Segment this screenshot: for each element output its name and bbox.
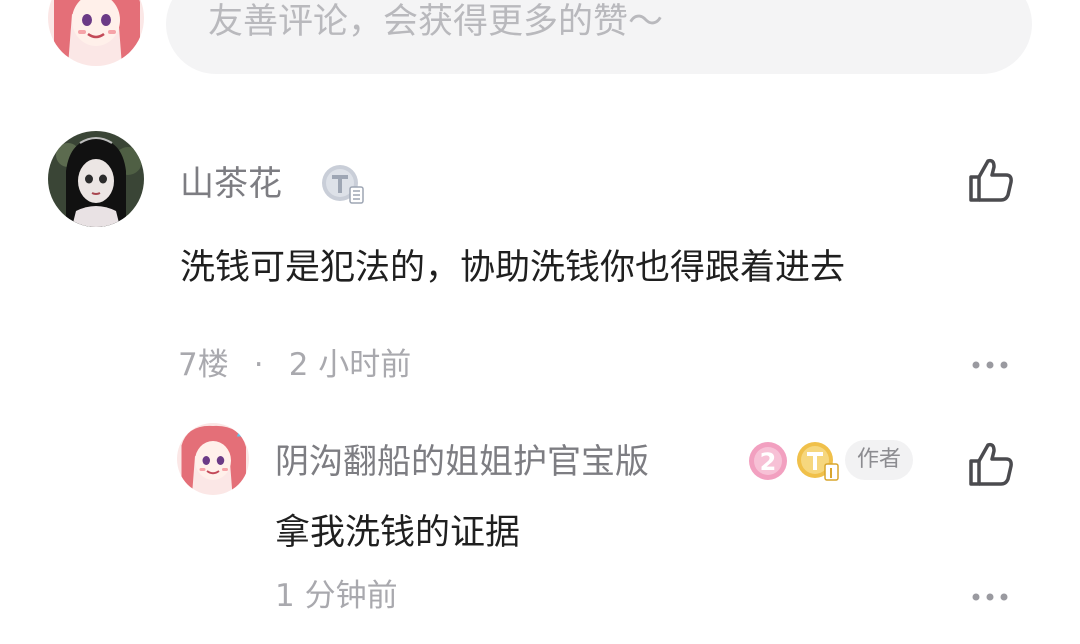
thumbs-up-icon[interactable] xyxy=(966,155,1016,205)
more-dots-icon[interactable] xyxy=(970,587,1010,607)
comment-time: 2 小时前 xyxy=(288,347,412,383)
meta-separator: · xyxy=(253,347,264,383)
comment-username[interactable]: 山茶花 xyxy=(180,162,282,206)
commenter-avatar[interactable] xyxy=(48,131,144,227)
comment-meta: 7楼 · 2 小时前 xyxy=(178,345,411,385)
reply-text: 拿我洗钱的证据 xyxy=(275,513,521,553)
rank-badge-text: 2 xyxy=(760,448,777,476)
level-badge-t1-icon xyxy=(795,440,839,482)
thumbs-up-icon[interactable] xyxy=(966,439,1016,489)
reply-avatar[interactable] xyxy=(177,423,249,495)
reply-username[interactable]: 阴沟翻船的姐姐护官宝版 xyxy=(275,440,649,484)
author-badge: 作者 xyxy=(845,440,914,480)
level-badge-t3-icon xyxy=(320,163,364,205)
comment-floor: 7楼 xyxy=(178,347,229,383)
rank-badge-icon: 2 xyxy=(747,440,789,482)
comment-input-placeholder: 友善评论，会获得更多的赞～ xyxy=(208,2,664,42)
comment-text: 洗钱可是犯法的，协助洗钱你也得跟着进去 xyxy=(180,248,846,288)
current-user-avatar xyxy=(48,0,144,66)
comment-input[interactable]: 友善评论，会获得更多的赞～ xyxy=(166,0,1032,74)
reply-time: 1 分钟前 xyxy=(275,578,398,614)
more-dots-icon[interactable] xyxy=(970,355,1010,375)
